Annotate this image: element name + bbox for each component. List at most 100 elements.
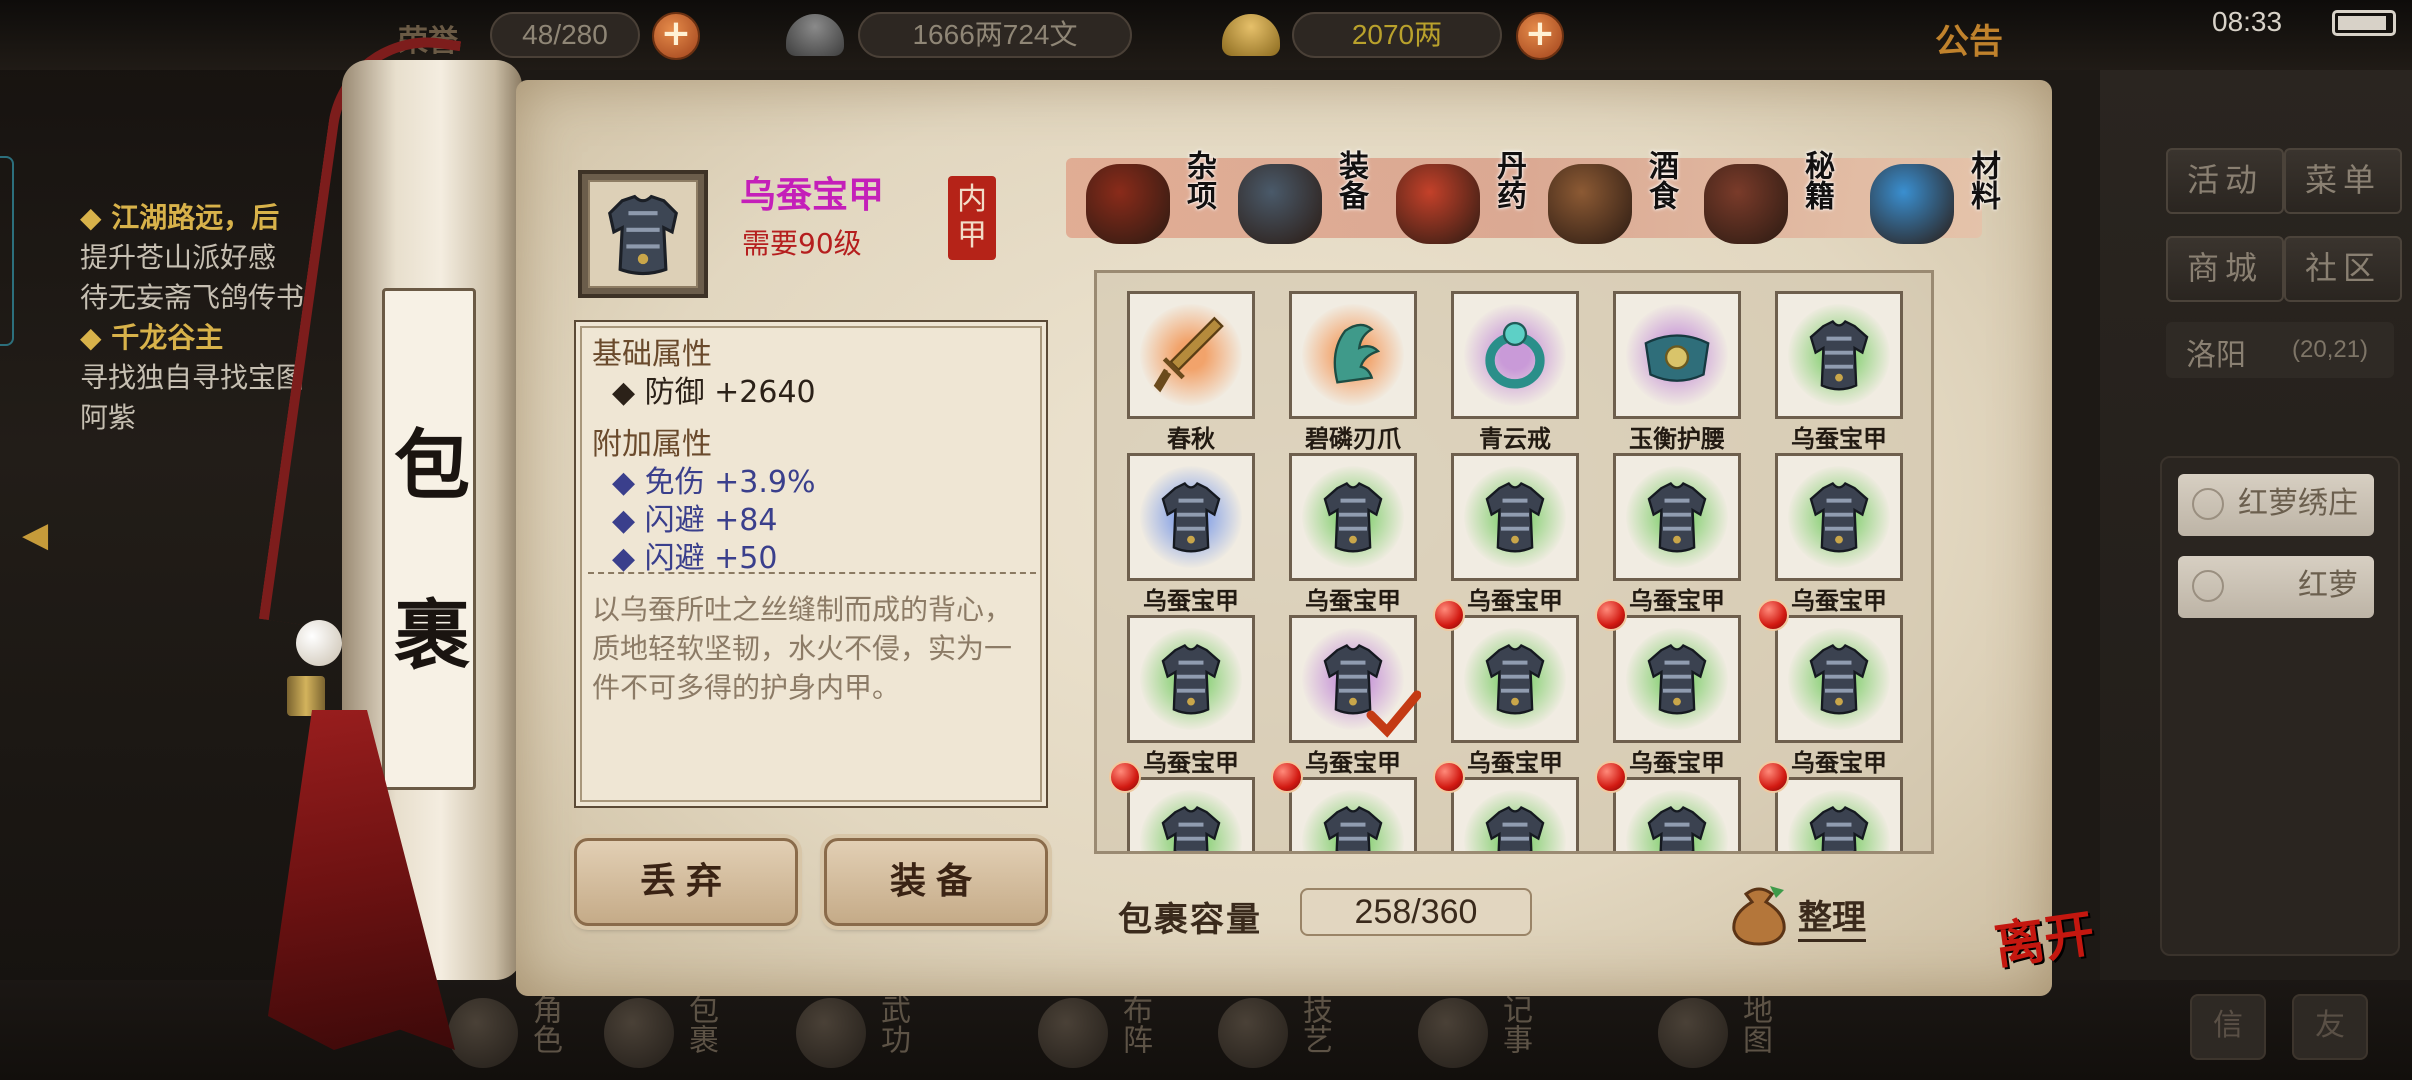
inventory-slot[interactable]: 玉衡护腰	[1613, 291, 1741, 453]
attribute-list: 基础属性 ◆ 防御 +2640 附加属性 ◆ 免伤 +3.9% ◆ 闪避 +84…	[592, 336, 816, 578]
category-label: 杂项	[1181, 150, 1216, 210]
item-grid[interactable]: 春秋 碧磷刃爪 青云戒 玉衡护腰 乌蚕宝甲 乌蚕宝甲 乌蚕宝甲 乌蚕宝甲 乌蚕宝甲 乌蚕宝甲 乌蚕宝…	[1094, 270, 1934, 854]
discard-button[interactable]: 丢弃	[574, 838, 798, 926]
inventory-slot[interactable]: 碧磷刃爪	[1289, 291, 1417, 453]
shop-button[interactable]: 商城	[2166, 236, 2284, 302]
sort-button[interactable]: 整理	[1798, 890, 1866, 942]
add-gold-button[interactable]: +	[1516, 12, 1564, 60]
armor-icon	[1647, 481, 1707, 553]
category-tab[interactable]: 杂项	[1078, 150, 1228, 250]
quest-line: 寻找独自寻找宝图	[80, 361, 305, 394]
inventory-slot[interactable]: 乌蚕宝甲	[1451, 453, 1579, 615]
inventory-slot[interactable]: 青云戒	[1451, 291, 1579, 453]
inventory-slot[interactable]	[1433, 761, 1579, 851]
inventory-slot[interactable]: 乌蚕宝甲	[1289, 615, 1421, 777]
character-icon	[448, 998, 518, 1068]
equip-button[interactable]: 装备	[824, 838, 1048, 926]
inventory-slot[interactable]: 春秋	[1127, 291, 1255, 453]
announcement-button[interactable]: 公告	[1935, 14, 2003, 63]
slot-frame	[1451, 291, 1579, 419]
inventory-slot[interactable]: 乌蚕宝甲	[1433, 599, 1579, 777]
activity-button[interactable]: 活动	[2166, 148, 2284, 214]
friends-button[interactable]: 友	[2292, 994, 2368, 1060]
mail-button[interactable]: 信	[2190, 994, 2266, 1060]
nav-label: 角色	[527, 994, 562, 1054]
nav-label: 技艺	[1297, 994, 1332, 1054]
quest-title[interactable]: ◆ 千龙谷主	[80, 318, 304, 358]
nav-formation[interactable]: 布阵	[1030, 990, 1190, 1070]
armor-icon	[1809, 481, 1869, 553]
armor-icon	[1161, 805, 1221, 851]
attribute-divider	[588, 572, 1036, 574]
extra-attr: ◆ 免伤 +3.9%	[612, 465, 816, 500]
category-icon	[1548, 164, 1632, 244]
slot-frame	[1451, 615, 1579, 743]
community-button[interactable]: 社区	[2284, 236, 2402, 302]
add-stamina-button[interactable]: +	[652, 12, 700, 60]
inventory-slot[interactable]: 乌蚕宝甲	[1127, 615, 1255, 777]
nav-martial-arts[interactable]: 武功	[788, 990, 948, 1070]
inventory-slot[interactable]	[1109, 761, 1255, 851]
npc-label: 红萝	[2298, 568, 2358, 603]
quest-line: 阿紫	[80, 401, 137, 434]
armor-icon	[1161, 643, 1221, 715]
quest-line: 提升苍山派好感	[80, 241, 277, 274]
base-attr-header: 基础属性	[592, 337, 712, 372]
category-tab[interactable]: 装备	[1230, 150, 1380, 250]
npc-button[interactable]: 红萝绣庄	[2178, 474, 2374, 536]
slot-frame	[1127, 291, 1255, 419]
slot-frame	[1775, 291, 1903, 419]
nav-journal[interactable]: 记事	[1410, 990, 1570, 1070]
nav-bag[interactable]: 包裹	[596, 990, 756, 1070]
checkmark-icon	[1366, 690, 1421, 738]
inventory-slot[interactable]: 乌蚕宝甲	[1775, 291, 1903, 453]
inventory-slot[interactable]: 乌蚕宝甲	[1595, 599, 1741, 777]
battery-icon	[2332, 10, 2396, 36]
inventory-slot[interactable]: 乌蚕宝甲	[1757, 599, 1903, 777]
slot-frame	[1127, 615, 1255, 743]
item-description: 以乌蚕所吐之丝缝制而成的背心，质地轻软坚韧，水火不侵，实为一件不可多得的护身内甲…	[592, 593, 1013, 704]
armor-icon	[1323, 805, 1383, 851]
left-edge-tab[interactable]	[0, 156, 14, 346]
inventory-slot[interactable]	[1271, 761, 1417, 851]
inventory-slot[interactable]: 乌蚕宝甲	[1775, 453, 1903, 615]
new-item-dot	[1757, 599, 1789, 631]
category-icon	[1870, 164, 1954, 244]
top-resource-bar	[0, 0, 2412, 70]
slot-name: 乌蚕宝甲	[1791, 425, 1887, 453]
location-name: 洛阳	[2186, 338, 2246, 373]
stamina-value: 48/280	[490, 12, 640, 58]
category-tab[interactable]: 秘籍	[1696, 150, 1846, 250]
inventory-slot[interactable]: 乌蚕宝甲	[1613, 453, 1741, 615]
nav-map[interactable]: 地图	[1650, 990, 1810, 1070]
armor-icon	[1161, 481, 1221, 553]
collapse-left-arrow-icon[interactable]: ◀	[22, 515, 58, 563]
slot-name: 碧磷刃爪	[1305, 425, 1401, 453]
slot-name: 青云戒	[1479, 425, 1551, 453]
slot-frame	[1775, 453, 1903, 581]
book-icon	[796, 998, 866, 1068]
category-tab[interactable]: 材料	[1862, 150, 2012, 250]
money-bag-icon[interactable]	[1724, 880, 1794, 946]
category-tab[interactable]: 丹药	[1388, 150, 1538, 250]
ring-icon	[1485, 321, 1545, 389]
leave-button[interactable]: 离开	[1989, 893, 2098, 978]
inventory-slot[interactable]: 乌蚕宝甲	[1289, 453, 1417, 615]
npc-label: 红萝绣庄	[2238, 486, 2358, 521]
slot-frame	[1289, 453, 1417, 581]
npc-button[interactable]: 红萝	[2178, 556, 2374, 618]
inventory-slot[interactable]	[1595, 761, 1741, 851]
inventory-slot[interactable]	[1757, 761, 1903, 851]
capacity-label: 包裹容量	[1118, 900, 1262, 940]
nav-skills[interactable]: 技艺	[1210, 990, 1370, 1070]
nav-character[interactable]: 角色	[440, 990, 600, 1070]
tassel-bead	[296, 620, 342, 666]
inventory-slot[interactable]: 乌蚕宝甲	[1127, 453, 1255, 615]
nav-label: 记事	[1497, 994, 1532, 1054]
quest-title[interactable]: ◆ 江湖路远，后	[80, 198, 304, 238]
claw-icon	[1333, 323, 1381, 384]
scroll-title-char: 包	[394, 421, 470, 510]
category-icon	[1086, 164, 1170, 244]
menu-button[interactable]: 菜单	[2284, 148, 2402, 214]
category-tab[interactable]: 酒食	[1540, 150, 1690, 250]
